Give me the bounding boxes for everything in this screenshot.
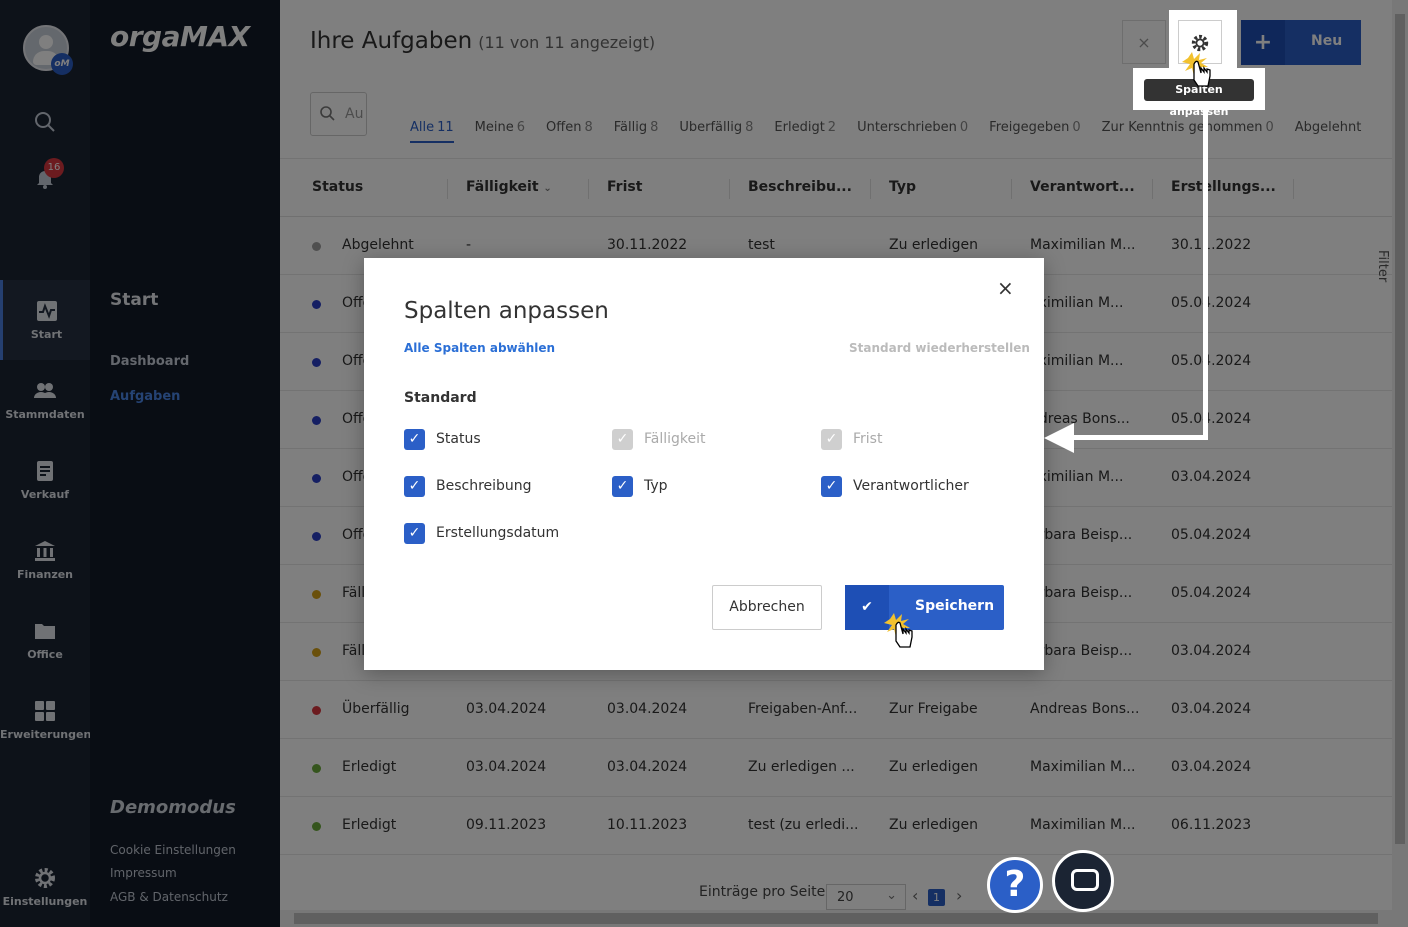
- checkbox-label: Erstellungsdatum: [436, 525, 560, 541]
- restore-default-link[interactable]: Standard wiederherstellen: [849, 341, 1030, 355]
- column-settings-dialog: Spalten anpassen × Alle Spalten abwählen…: [364, 258, 1044, 670]
- checkbox-check-icon: ✓: [404, 523, 425, 544]
- checkbox-label: Status: [436, 431, 481, 447]
- checkbox-check-icon: ✓: [404, 429, 425, 450]
- checkbox-label: Typ: [644, 478, 668, 494]
- checkbox-label: Fälligkeit: [644, 431, 706, 447]
- click-cursor-icon: [884, 613, 913, 648]
- save-button-label: Speichern: [915, 598, 995, 614]
- chat-button[interactable]: [1052, 850, 1114, 912]
- checkbox-check-icon: ✓: [404, 476, 425, 497]
- section-title: Standard: [404, 390, 477, 406]
- checkbox-check-icon: ✓: [821, 429, 842, 450]
- save-button[interactable]: ✔ Speichern: [845, 585, 1004, 630]
- checkbox-label: Frist: [853, 431, 883, 447]
- close-icon[interactable]: ×: [997, 276, 1014, 300]
- checkbox-check-icon: ✓: [821, 476, 842, 497]
- help-button[interactable]: ?: [987, 857, 1043, 913]
- checkbox-label: Verantwortlicher: [853, 478, 969, 494]
- checkbox-check-icon: ✓: [612, 429, 633, 450]
- annotation-arrow: [1070, 435, 1208, 440]
- checkbox-label: Beschreibung: [436, 478, 532, 494]
- checkbox-check-icon: ✓: [612, 476, 633, 497]
- dialog-title: Spalten anpassen: [404, 298, 609, 324]
- deselect-all-link[interactable]: Alle Spalten abwählen: [404, 341, 555, 355]
- chat-bubble-icon: [1071, 869, 1099, 891]
- arrow-head-icon: [1044, 423, 1074, 453]
- cancel-button[interactable]: Abbrechen: [712, 585, 822, 630]
- click-cursor-icon: [1182, 52, 1211, 87]
- annotation-arrow: [1203, 110, 1208, 440]
